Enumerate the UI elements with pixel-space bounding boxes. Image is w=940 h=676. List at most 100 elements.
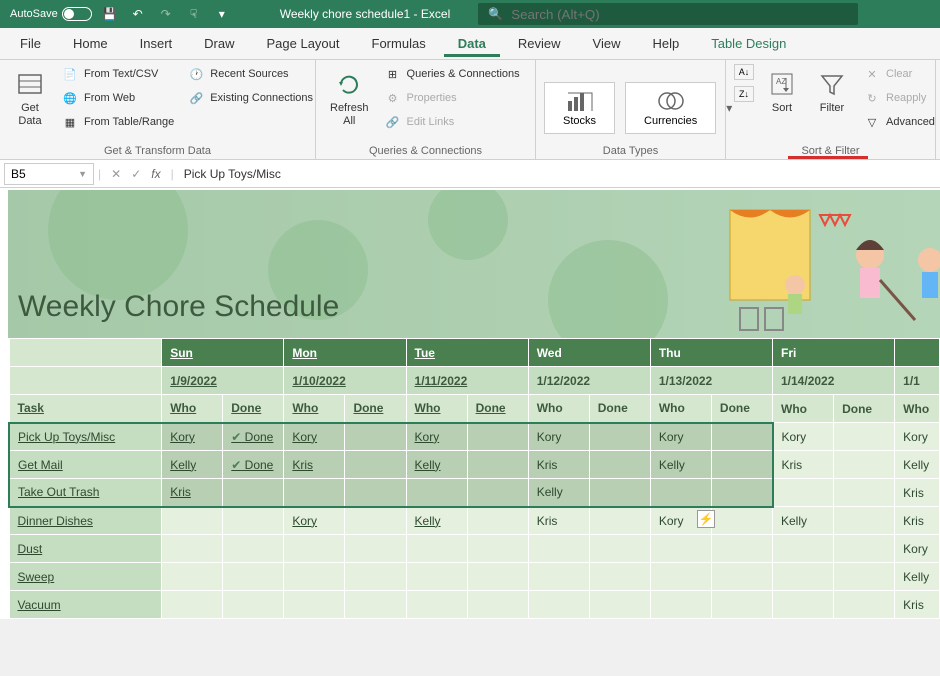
who-cell[interactable] — [406, 563, 467, 591]
sort-button[interactable]: AZ Sort — [760, 64, 804, 119]
formula-input[interactable]: Pick Up Toys/Misc — [174, 167, 940, 181]
done-cell[interactable] — [223, 591, 284, 619]
who-cell[interactable]: Kory — [284, 423, 345, 451]
menu-file[interactable]: File — [6, 30, 55, 57]
currencies-button[interactable]: Currencies — [625, 82, 716, 134]
who-cell[interactable]: Kris — [284, 451, 345, 479]
touch-mode-icon[interactable]: ☟ — [184, 4, 204, 24]
done-cell[interactable] — [345, 591, 406, 619]
day-thu[interactable]: Thu — [650, 339, 772, 367]
who-cell[interactable]: Kris — [895, 507, 940, 535]
done-cell[interactable] — [223, 563, 284, 591]
menu-home[interactable]: Home — [59, 30, 122, 57]
done-header[interactable]: Done — [834, 395, 895, 423]
search-input[interactable] — [511, 7, 848, 22]
who-cell[interactable]: Kory — [650, 423, 711, 451]
done-cell[interactable] — [467, 507, 528, 535]
who-cell[interactable] — [528, 563, 589, 591]
who-cell[interactable] — [162, 507, 223, 535]
fx-icon[interactable]: fx — [151, 167, 160, 181]
stocks-button[interactable]: Stocks — [544, 82, 615, 134]
done-cell[interactable] — [467, 535, 528, 563]
from-table-range-button[interactable]: ▦From Table/Range — [58, 112, 178, 132]
done-cell[interactable]: ✔ Done — [223, 423, 284, 451]
who-cell[interactable] — [650, 563, 711, 591]
who-header[interactable]: Who — [162, 395, 223, 423]
day-sun[interactable]: Sun — [162, 339, 284, 367]
done-cell[interactable] — [589, 535, 650, 563]
done-cell[interactable]: ✔ Done — [223, 451, 284, 479]
date-cell[interactable]: 1/1 — [895, 367, 940, 395]
who-cell[interactable] — [773, 591, 834, 619]
task-cell[interactable]: Vacuum — [9, 591, 162, 619]
who-cell[interactable]: Kelly — [650, 451, 711, 479]
who-cell[interactable]: Kelly — [406, 451, 467, 479]
from-web-button[interactable]: 🌐From Web — [58, 88, 178, 108]
search-box[interactable]: 🔍 — [478, 3, 858, 25]
who-cell[interactable]: Kory⚡ — [650, 507, 711, 535]
menu-insert[interactable]: Insert — [126, 30, 187, 57]
who-cell[interactable]: Kris — [895, 591, 940, 619]
who-cell[interactable] — [650, 479, 711, 507]
done-cell[interactable] — [711, 451, 772, 479]
done-cell[interactable] — [223, 507, 284, 535]
menu-data[interactable]: Data — [444, 30, 500, 57]
date-cell[interactable]: 1/11/2022 — [406, 367, 528, 395]
task-header[interactable]: Task — [9, 395, 162, 423]
done-cell[interactable] — [589, 423, 650, 451]
toggle-off-icon[interactable] — [62, 7, 92, 21]
who-cell[interactable]: Kory — [895, 423, 940, 451]
who-cell[interactable] — [284, 535, 345, 563]
who-header[interactable]: Who — [528, 395, 589, 423]
recent-sources-button[interactable]: 🕐Recent Sources — [184, 64, 317, 84]
who-header[interactable]: Who — [650, 395, 711, 423]
done-header[interactable]: Done — [467, 395, 528, 423]
day-wed[interactable]: Wed — [528, 339, 650, 367]
done-cell[interactable] — [834, 535, 895, 563]
done-cell[interactable] — [345, 423, 406, 451]
who-cell[interactable] — [284, 479, 345, 507]
date-cell[interactable]: 1/10/2022 — [284, 367, 406, 395]
menu-review[interactable]: Review — [504, 30, 575, 57]
menu-table-design[interactable]: Table Design — [697, 30, 800, 57]
done-header[interactable]: Done — [345, 395, 406, 423]
sort-za-button[interactable]: Z↓ — [734, 86, 754, 102]
who-cell[interactable]: Kory — [284, 507, 345, 535]
existing-connections-button[interactable]: 🔗Existing Connections — [184, 88, 317, 108]
menu-help[interactable]: Help — [638, 30, 693, 57]
who-cell[interactable]: Kelly — [528, 479, 589, 507]
who-cell[interactable] — [162, 591, 223, 619]
done-cell[interactable] — [467, 451, 528, 479]
done-cell[interactable] — [711, 507, 772, 535]
done-cell[interactable] — [589, 451, 650, 479]
worksheet[interactable]: Weekly Chore Schedule Sun Mon — [0, 188, 940, 619]
done-cell[interactable] — [345, 535, 406, 563]
who-cell[interactable]: Kris — [895, 479, 940, 507]
advanced-button[interactable]: ▽Advanced — [860, 112, 939, 132]
done-cell[interactable] — [467, 423, 528, 451]
task-cell[interactable]: Dinner Dishes — [9, 507, 162, 535]
who-cell[interactable]: Kelly — [773, 507, 834, 535]
done-cell[interactable] — [834, 423, 895, 451]
done-cell[interactable] — [589, 591, 650, 619]
done-cell[interactable] — [589, 479, 650, 507]
qat-dropdown-icon[interactable]: ▾ — [212, 4, 232, 24]
done-cell[interactable] — [834, 507, 895, 535]
refresh-all-button[interactable]: Refresh All — [324, 64, 375, 132]
day-sat[interactable] — [895, 339, 940, 367]
who-cell[interactable] — [162, 535, 223, 563]
who-cell[interactable]: Kris — [773, 451, 834, 479]
menu-draw[interactable]: Draw — [190, 30, 248, 57]
who-cell[interactable]: Kris — [528, 451, 589, 479]
done-cell[interactable] — [589, 563, 650, 591]
date-cell[interactable]: 1/13/2022 — [650, 367, 772, 395]
done-cell[interactable] — [345, 507, 406, 535]
done-header[interactable]: Done — [711, 395, 772, 423]
task-cell[interactable]: Get Mail — [9, 451, 162, 479]
chore-table[interactable]: Sun Mon Tue Wed Thu Fri 1/9/2022 1/10/20… — [8, 338, 940, 619]
who-cell[interactable] — [773, 535, 834, 563]
who-cell[interactable] — [773, 479, 834, 507]
task-cell[interactable]: Dust — [9, 535, 162, 563]
done-cell[interactable] — [834, 563, 895, 591]
done-cell[interactable] — [834, 479, 895, 507]
